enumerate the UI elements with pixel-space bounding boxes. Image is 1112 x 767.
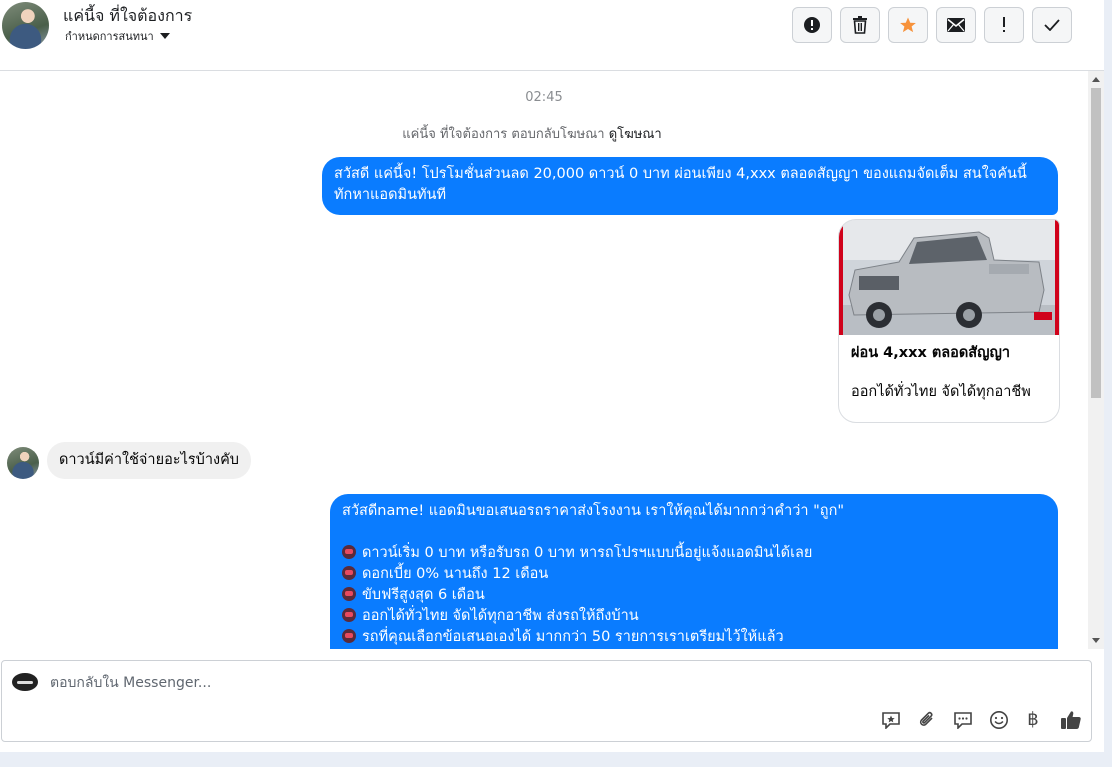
emoji-button[interactable] <box>988 709 1010 731</box>
reply-input[interactable] <box>50 673 850 693</box>
star-icon <box>900 17 916 33</box>
car-emoji-icon <box>342 545 356 559</box>
mark-done-button[interactable] <box>1032 7 1072 43</box>
envelope-icon <box>947 18 965 32</box>
thread-scrollbar[interactable] <box>1088 71 1104 649</box>
bullet-text: ดาวน์เริ่ม 0 บาท หรือรับรถ 0 บาท หารถโปร… <box>362 545 813 561</box>
ad-card-image <box>839 220 1059 335</box>
attach-button[interactable] <box>916 709 938 731</box>
conversation-settings-label: กำหนดการสนทนา <box>65 30 154 43</box>
bullet-item: รถที่คุณเลือกข้อเสนอเองได้ มากกว่า 50 รา… <box>342 627 1046 648</box>
ad-card[interactable]: ผ่อน 4,xxx ตลอดสัญญา ออกได้ทั่วไทย จัดได… <box>838 219 1060 423</box>
bullet-item: ออกได้ทั่วไทย จัดได้ทุกอาชีพ ส่งรถให้ถึง… <box>342 606 1046 627</box>
chat-bubble-icon <box>954 712 972 729</box>
page-logo-icon <box>12 673 38 691</box>
conversation-header: แค่นี้จ ที่ใจต้องการ กำหนดการสนทนา <box>0 0 1104 71</box>
message-line: สวัสดี แค่นี้จ! โปรโมชั่นส่วนลด 20,000 ด… <box>334 166 1027 182</box>
thumbs-up-icon <box>1061 711 1081 729</box>
message-line: ทักหาแอดมินทันที <box>334 187 447 203</box>
reply-composer: ฿ <box>1 660 1092 742</box>
ad-card-subtitle: ออกได้ทั่วไทย จัดได้ทุกอาชีพ <box>851 384 1031 400</box>
scroll-up-arrow-icon[interactable] <box>1092 77 1100 82</box>
caret-down-icon <box>159 33 170 39</box>
ad-card-title: ผ่อน 4,xxx ตลอดสัญญา <box>851 345 1010 361</box>
car-emoji-icon <box>342 566 356 580</box>
car-emoji-icon <box>342 629 356 643</box>
outgoing-message[interactable]: สวัสดี แค่นี้จ! โปรโมชั่นส่วนลด 20,000 ด… <box>322 157 1058 215</box>
alert-circle-icon <box>804 17 820 33</box>
bullet-item: ดอกเบี้ย 0% นานถึง 12 เดือน <box>342 564 1046 585</box>
message-templates-button[interactable] <box>952 709 974 731</box>
car-emoji-icon <box>342 608 356 622</box>
contact-avatar-small <box>7 447 39 479</box>
ad-reply-text: แค่นี้จ ที่ใจต้องการ ตอบกลับโฆษณา <box>402 127 605 142</box>
car-emoji-icon <box>342 587 356 601</box>
delete-button[interactable] <box>840 7 880 43</box>
outgoing-message[interactable]: สวัสดีname! แอดมินขอเสนอรถราคาส่งโรงงาน … <box>330 494 1058 649</box>
message-timestamp: 02:45 <box>525 90 563 105</box>
conversation-settings-dropdown[interactable]: กำหนดการสนทนา <box>65 27 170 45</box>
saved-reply-icon <box>882 712 900 729</box>
inbox-panel: แค่นี้จ ที่ใจต้องการ กำหนดการสนทนา 02:45… <box>0 0 1104 752</box>
scrollbar-thumb[interactable] <box>1091 88 1101 398</box>
checkmark-icon <box>1044 19 1060 31</box>
like-button[interactable] <box>1060 709 1082 731</box>
bullet-item: ขับฟรีสูงสุด 6 เดือน <box>342 585 1046 606</box>
contact-name[interactable]: แค่นี้จ ที่ใจต้องการ <box>63 4 192 29</box>
bullet-text: ขับฟรีสูงสุด 6 เดือน <box>362 587 485 603</box>
follow-up-button[interactable] <box>984 7 1024 43</box>
star-button[interactable] <box>888 7 928 43</box>
pickup-truck-image <box>839 220 1059 335</box>
attach-icon <box>919 711 933 726</box>
exclamation-icon <box>1003 17 1005 32</box>
bullet-text: ออกได้ทั่วไทย จัดได้ทุกอาชีพ ส่งรถให้ถึง… <box>362 608 639 624</box>
view-ad-link[interactable]: ดูโฆษณา <box>609 127 662 142</box>
report-spam-button[interactable] <box>792 7 832 43</box>
emoji-icon <box>990 711 1008 729</box>
scroll-down-arrow-icon[interactable] <box>1092 638 1100 643</box>
message-thread[interactable]: 02:45 แค่นี้จ ที่ใจต้องการ ตอบกลับโฆษณา … <box>0 71 1088 649</box>
ad-reply-notice: แค่นี้จ ที่ใจต้องการ ตอบกลับโฆษณา ดูโฆษณ… <box>0 123 1064 144</box>
payment-button[interactable]: ฿ <box>1022 709 1044 731</box>
bullet-text: ดอกเบี้ย 0% นานถึง 12 เดือน <box>362 566 549 582</box>
trash-icon <box>853 16 867 34</box>
contact-avatar[interactable] <box>2 2 49 49</box>
mark-unread-button[interactable] <box>936 7 976 43</box>
message-line: สวัสดีname! แอดมินขอเสนอรถราคาส่งโรงงาน … <box>342 503 845 519</box>
baht-icon: ฿ <box>1027 709 1039 730</box>
saved-reply-button[interactable] <box>880 709 902 731</box>
bullet-text: รถที่คุณเลือกข้อเสนอเองได้ มากกว่า 50 รา… <box>362 629 784 645</box>
bullet-item: ดาวน์เริ่ม 0 บาท หรือรับรถ 0 บาท หารถโปร… <box>342 543 1046 564</box>
incoming-message[interactable]: ดาวน์มีค่าใช้จ่ายอะไรบ้างคับ <box>47 442 251 479</box>
